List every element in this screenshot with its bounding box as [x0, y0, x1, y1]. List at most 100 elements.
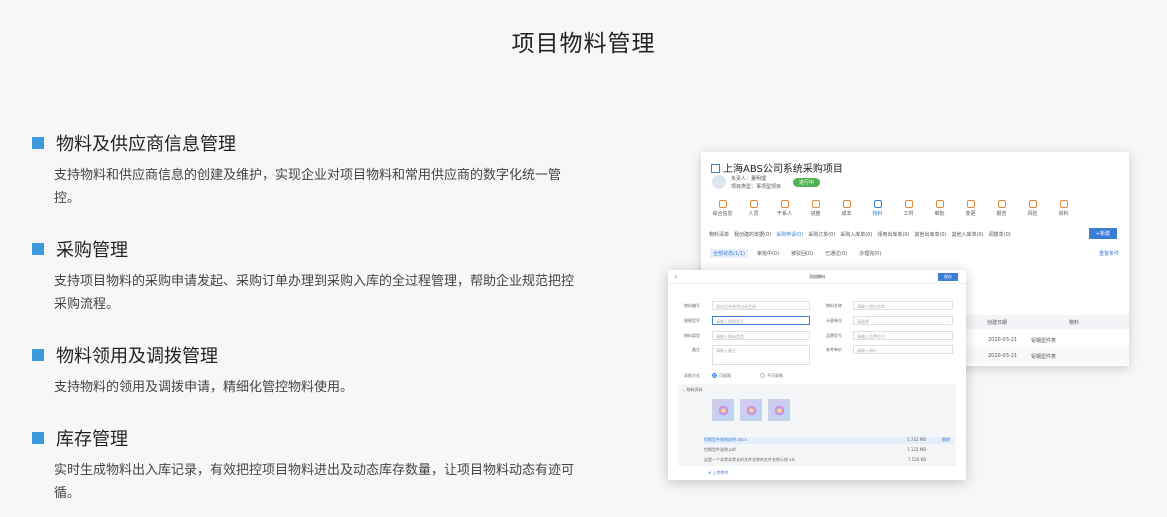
filter-approving[interactable]: 审批中(0)	[754, 249, 782, 258]
feature-description: 实时生成物料出入库记录，有效把控项目物料进出及动态库存数量，让项目物料动态有迹可…	[54, 463, 575, 501]
bullet-square-icon	[32, 432, 44, 444]
file-size: 1.732 MB	[907, 437, 926, 442]
tab-other-outbound[interactable]: 其他出库单(0)	[914, 231, 946, 238]
tab-my-documents[interactable]: 我创建的单据(0)	[734, 231, 771, 238]
feature-item: 库存管理 实时生成物料出入库记录，有效把控项目物料进出及动态库存数量，让项目物料…	[32, 425, 592, 505]
row-material: 铝钢型件表	[1031, 338, 1057, 344]
upload-link[interactable]: ⊕ 上传附件	[708, 470, 729, 476]
feature-title: 库存管理	[56, 429, 128, 450]
material-name-label: 物料名称	[826, 303, 842, 308]
change-icon	[966, 200, 975, 208]
module-label: 工时	[903, 211, 914, 217]
purchase-radio-yes[interactable]: 可采购	[712, 373, 731, 379]
material-code-field[interactable]: 保存后系统将自动生成	[712, 301, 810, 310]
file-name[interactable]: 铝钢型件规格说明.docx	[704, 437, 747, 442]
unit-label: 计量单位	[826, 318, 842, 323]
stakeholder-icon	[780, 200, 789, 208]
module-item[interactable]: 变更	[955, 200, 986, 217]
purchase-method-label: 采购方式	[684, 373, 700, 378]
module-item[interactable]: 报告	[986, 200, 1017, 217]
flower-image	[774, 405, 785, 416]
feature-description: 支持项目物料的采购申请发起、采购订单办理到采购入库的全过程管理，帮助企业规范把控…	[54, 274, 575, 312]
tab-other-inbound[interactable]: 其他入库单(0)	[952, 231, 984, 238]
reset-filter-link[interactable]: 重置条件	[1099, 250, 1119, 257]
row-date: 2020-03-21	[988, 353, 1018, 359]
remark-label: 备注	[692, 347, 700, 352]
feature-description: 支持物料的领用及调拨申请，精细化管控物料使用。	[54, 380, 354, 395]
file-row[interactable]: 这是一个非常非常长的文件名称的文件名称示例.xls 7.520 KB	[704, 457, 954, 463]
module-item[interactable]: 工时	[893, 200, 924, 217]
module-label: 综合信息	[712, 211, 733, 217]
bullet-square-icon	[32, 243, 44, 255]
project-owner: 负责人：董明理	[731, 176, 767, 182]
tab-purchase-order[interactable]: 采购订单(0)	[808, 231, 835, 238]
status-filter-tabs: 全部状态(1/1) 审批中(0) 被驳回(0) 已通过(0) 办理完(0)	[710, 249, 890, 258]
filter-passed[interactable]: 已通过(0)	[822, 249, 850, 258]
unit-select-value: 请选择	[857, 319, 869, 324]
filter-all[interactable]: 全部状态(1/1)	[710, 249, 748, 258]
image-thumbnail[interactable]	[740, 399, 762, 421]
module-label: 报告	[996, 211, 1007, 217]
module-item[interactable]: 风险	[1017, 200, 1048, 217]
column-header-material: 物料	[1069, 320, 1080, 326]
remark-textarea[interactable]: 请输入备注	[712, 345, 810, 365]
brand-field[interactable]: 请输入品牌型号	[853, 331, 953, 340]
feature-item: 物料领用及调拨管理 支持物料的领用及调拨申请，精细化管控物料使用。	[32, 342, 592, 399]
tab-purchase-inbound[interactable]: 采购入库单(0)	[840, 231, 872, 238]
bullet-square-icon	[32, 349, 44, 361]
module-item[interactable]: 审批	[924, 200, 955, 217]
file-name[interactable]: 铝钢型件说明.pdf	[704, 447, 736, 452]
feature-list: 物料及供应商信息管理 支持物料和供应商信息的创建及维护，实现企业对项目物料和常用…	[32, 130, 592, 517]
add-material-dialog: × 添加物料 保存 物料编号 保存后系统将自动生成 规格型号 请输入规格型号 物…	[668, 270, 966, 480]
project-icon	[711, 164, 720, 173]
module-item[interactable]: 干系人	[769, 200, 800, 217]
material-name-field[interactable]: 请输入物料名称	[853, 301, 953, 310]
project-title-text: 上海ABS公司系统采购项目	[723, 164, 843, 175]
feature-title: 采购管理	[56, 240, 128, 261]
category-field[interactable]: 请输入物料类型	[712, 331, 810, 340]
document-icon	[1059, 200, 1068, 208]
risk-icon	[1028, 200, 1037, 208]
price-field[interactable]: 请输入单价	[853, 345, 953, 354]
tab-use-outbound[interactable]: 领用出库单(0)	[877, 231, 909, 238]
file-name[interactable]: 这是一个非常非常长的文件名称的文件名称示例.xls	[704, 457, 795, 462]
column-header-date[interactable]: 创建日期	[987, 319, 1007, 326]
delete-link[interactable]: 删除	[942, 437, 950, 443]
module-label: 进度	[810, 211, 821, 217]
unit-select[interactable]: 请选择 ⌄	[853, 316, 953, 325]
file-row[interactable]: 铝钢型件规格说明.docx 1.732 MB 删除	[704, 437, 954, 444]
attachment-label: ⌄ 物料资料	[682, 387, 703, 393]
module-item-material[interactable]: 物料	[862, 200, 893, 217]
module-item[interactable]: 综合信息	[707, 200, 738, 217]
module-label: 物料	[872, 211, 883, 217]
save-button[interactable]: 保存	[938, 273, 958, 281]
image-thumbnail[interactable]	[768, 399, 790, 421]
module-item[interactable]: 成本	[831, 200, 862, 217]
module-label: 审批	[934, 211, 945, 217]
module-label: 干系人	[776, 211, 792, 217]
feature-item: 采购管理 支持项目物料的采购申请发起、采购订单办理到采购入库的全过程管理，帮助企…	[32, 236, 592, 316]
status-badge: 进行中	[793, 178, 821, 187]
filter-done[interactable]: 办理完(0)	[856, 249, 884, 258]
tab-material-list[interactable]: 物料清单	[709, 231, 729, 238]
material-code-label: 物料编号	[684, 303, 700, 308]
image-thumbnail[interactable]	[712, 399, 734, 421]
purchase-radio-no[interactable]: 不可采购	[760, 373, 783, 379]
brand-label: 品牌型号	[826, 333, 842, 338]
category-label: 物料类型	[684, 333, 700, 338]
tab-transfer[interactable]: 调拨单(0)	[989, 231, 1011, 238]
new-button[interactable]: +新建	[1088, 228, 1117, 239]
module-nav: 综合信息 人员 干系人 进度 成本 物料 工时 审批 变更 报告 风险 资料	[707, 200, 1079, 217]
filter-rejected[interactable]: 被驳回(0)	[788, 249, 816, 258]
file-size: 7.520 KB	[907, 457, 926, 462]
spec-field[interactable]: 请输入规格型号	[712, 316, 810, 325]
project-type: 项目类型：事项型项目	[731, 184, 782, 190]
attachment-panel	[678, 384, 956, 466]
module-item[interactable]: 人员	[738, 200, 769, 217]
module-item[interactable]: 资料	[1048, 200, 1079, 217]
file-row[interactable]: 铝钢型件说明.pdf 1.122 MB	[704, 447, 954, 453]
tab-purchase-request[interactable]: 采购申请(0)	[776, 231, 803, 238]
radio-checked-icon	[712, 373, 717, 378]
feature-title: 物料及供应商信息管理	[56, 134, 236, 155]
module-item[interactable]: 进度	[800, 200, 831, 217]
